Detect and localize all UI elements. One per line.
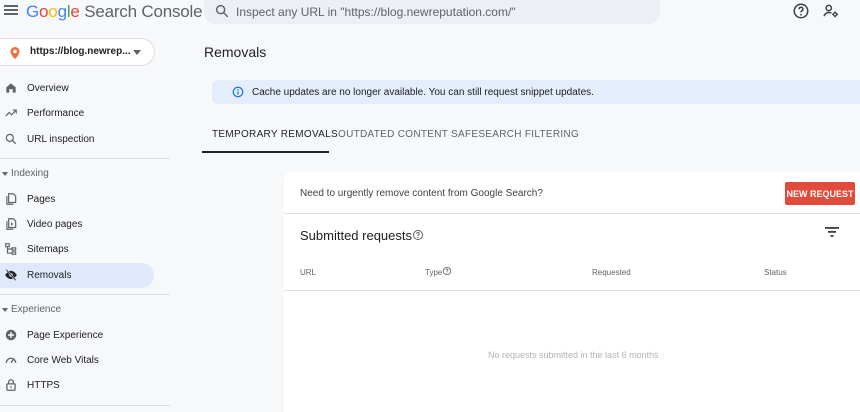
- tab-label: OUTDATED CONTENT: [338, 129, 449, 140]
- info-icon: [232, 86, 244, 98]
- nav-label-removals: Removals: [27, 270, 72, 281]
- urgent-removal-text: Need to urgently remove content from Goo…: [300, 188, 543, 199]
- section-label-experience: Experience: [11, 304, 62, 315]
- tab-label: TEMPORARY REMOVALS: [212, 129, 338, 140]
- tab-active-indicator: [202, 151, 329, 153]
- nav-item-https[interactable]: HTTPS: [0, 373, 154, 398]
- nav-label-sitemaps: Sitemaps: [27, 244, 69, 255]
- nav-item-core-web-vitals[interactable]: Core Web Vitals: [0, 348, 154, 373]
- nav-label-https: HTTPS: [27, 380, 60, 391]
- collapse-icon: [2, 308, 8, 312]
- search-input[interactable]: [236, 0, 636, 24]
- requests-card: Need to urgently remove content from Goo…: [284, 172, 860, 412]
- nav-divider: [0, 158, 170, 159]
- nav-item-video-pages[interactable]: Video pages: [0, 212, 154, 237]
- nav-item-sitemaps[interactable]: Sitemaps: [0, 237, 154, 262]
- property-label: https://blog.newrep...: [30, 46, 131, 57]
- tab-label: SAFESEARCH FILTERING: [451, 129, 580, 140]
- column-header-requested[interactable]: Requested: [592, 268, 631, 277]
- removal-tabs: TEMPORARY REMOVALS OUTDATED CONTENT SAFE…: [202, 120, 860, 153]
- nav-label-url-inspection: URL inspection: [27, 134, 95, 145]
- tab-safesearch-filtering[interactable]: SAFESEARCH FILTERING: [441, 120, 579, 153]
- column-header-type[interactable]: Type: [425, 268, 442, 277]
- nav-item-url-inspection[interactable]: URL inspection: [0, 127, 154, 152]
- nav-item-performance[interactable]: Performance: [0, 101, 154, 126]
- nav-divider: [0, 294, 170, 295]
- speed-icon: [5, 357, 17, 364]
- nav-label-page-experience: Page Experience: [27, 330, 104, 341]
- tab-temporary-removals[interactable]: TEMPORARY REMOVALS: [202, 120, 338, 153]
- home-icon: [6, 83, 16, 93]
- page-title: Removals: [204, 44, 267, 60]
- trending-up-icon: [5, 109, 17, 117]
- help-icon[interactable]: [412, 229, 424, 241]
- nav-divider: [0, 405, 170, 406]
- search-icon: [5, 133, 17, 145]
- lock-icon: [6, 379, 16, 391]
- section-label-indexing: Indexing: [11, 168, 49, 179]
- brand-product: Search Console: [84, 2, 203, 21]
- submitted-requests-title: Submitted requests: [300, 228, 413, 243]
- nav-item-overview[interactable]: Overview: [0, 76, 154, 101]
- manage-users-icon[interactable]: [822, 2, 840, 20]
- menu-icon[interactable]: [4, 3, 18, 17]
- nav-item-page-experience[interactable]: Page Experience: [0, 323, 154, 348]
- search-icon: [215, 4, 229, 18]
- nav-label-overview: Overview: [27, 83, 69, 94]
- nav-label-core-web-vitals: Core Web Vitals: [27, 355, 99, 366]
- nav-item-pages[interactable]: Pages: [0, 187, 154, 212]
- help-icon[interactable]: [442, 266, 452, 276]
- property-favicon-icon: [10, 47, 20, 59]
- url-inspect-search[interactable]: [204, 0, 660, 24]
- help-icon[interactable]: [792, 2, 810, 20]
- banner-text: Cache updates are no longer available. Y…: [252, 87, 594, 98]
- add-circle-icon: [5, 329, 17, 341]
- nav-item-removals[interactable]: Removals: [0, 263, 154, 288]
- new-request-button[interactable]: NEW REQUEST: [785, 182, 855, 205]
- sitemap-icon: [5, 243, 17, 255]
- card-divider: [284, 213, 860, 214]
- nav-label-performance: Performance: [27, 108, 85, 119]
- table-header-divider: [284, 290, 860, 291]
- empty-state-text: No requests submitted in the last 6 mont…: [488, 350, 659, 360]
- info-banner: Cache updates are no longer available. Y…: [212, 80, 860, 104]
- nav-label-pages: Pages: [27, 194, 56, 205]
- tab-outdated-content[interactable]: OUTDATED CONTENT: [329, 120, 448, 153]
- chevron-down-icon: [133, 50, 141, 55]
- top-bar: Google Search Console: [0, 0, 860, 24]
- video-file-icon: [6, 218, 17, 230]
- app-logo[interactable]: Google Search Console: [26, 2, 203, 22]
- nav-label-video-pages: Video pages: [27, 219, 83, 230]
- file-copy-icon: [6, 193, 17, 205]
- filter-icon[interactable]: [825, 226, 839, 238]
- column-header-url[interactable]: URL: [300, 268, 316, 277]
- visibility-off-icon: [5, 269, 17, 281]
- column-header-status[interactable]: Status: [764, 268, 787, 277]
- brand-google: Google: [26, 2, 80, 21]
- property-selector[interactable]: https://blog.newrep...: [0, 38, 155, 66]
- collapse-icon: [2, 172, 8, 176]
